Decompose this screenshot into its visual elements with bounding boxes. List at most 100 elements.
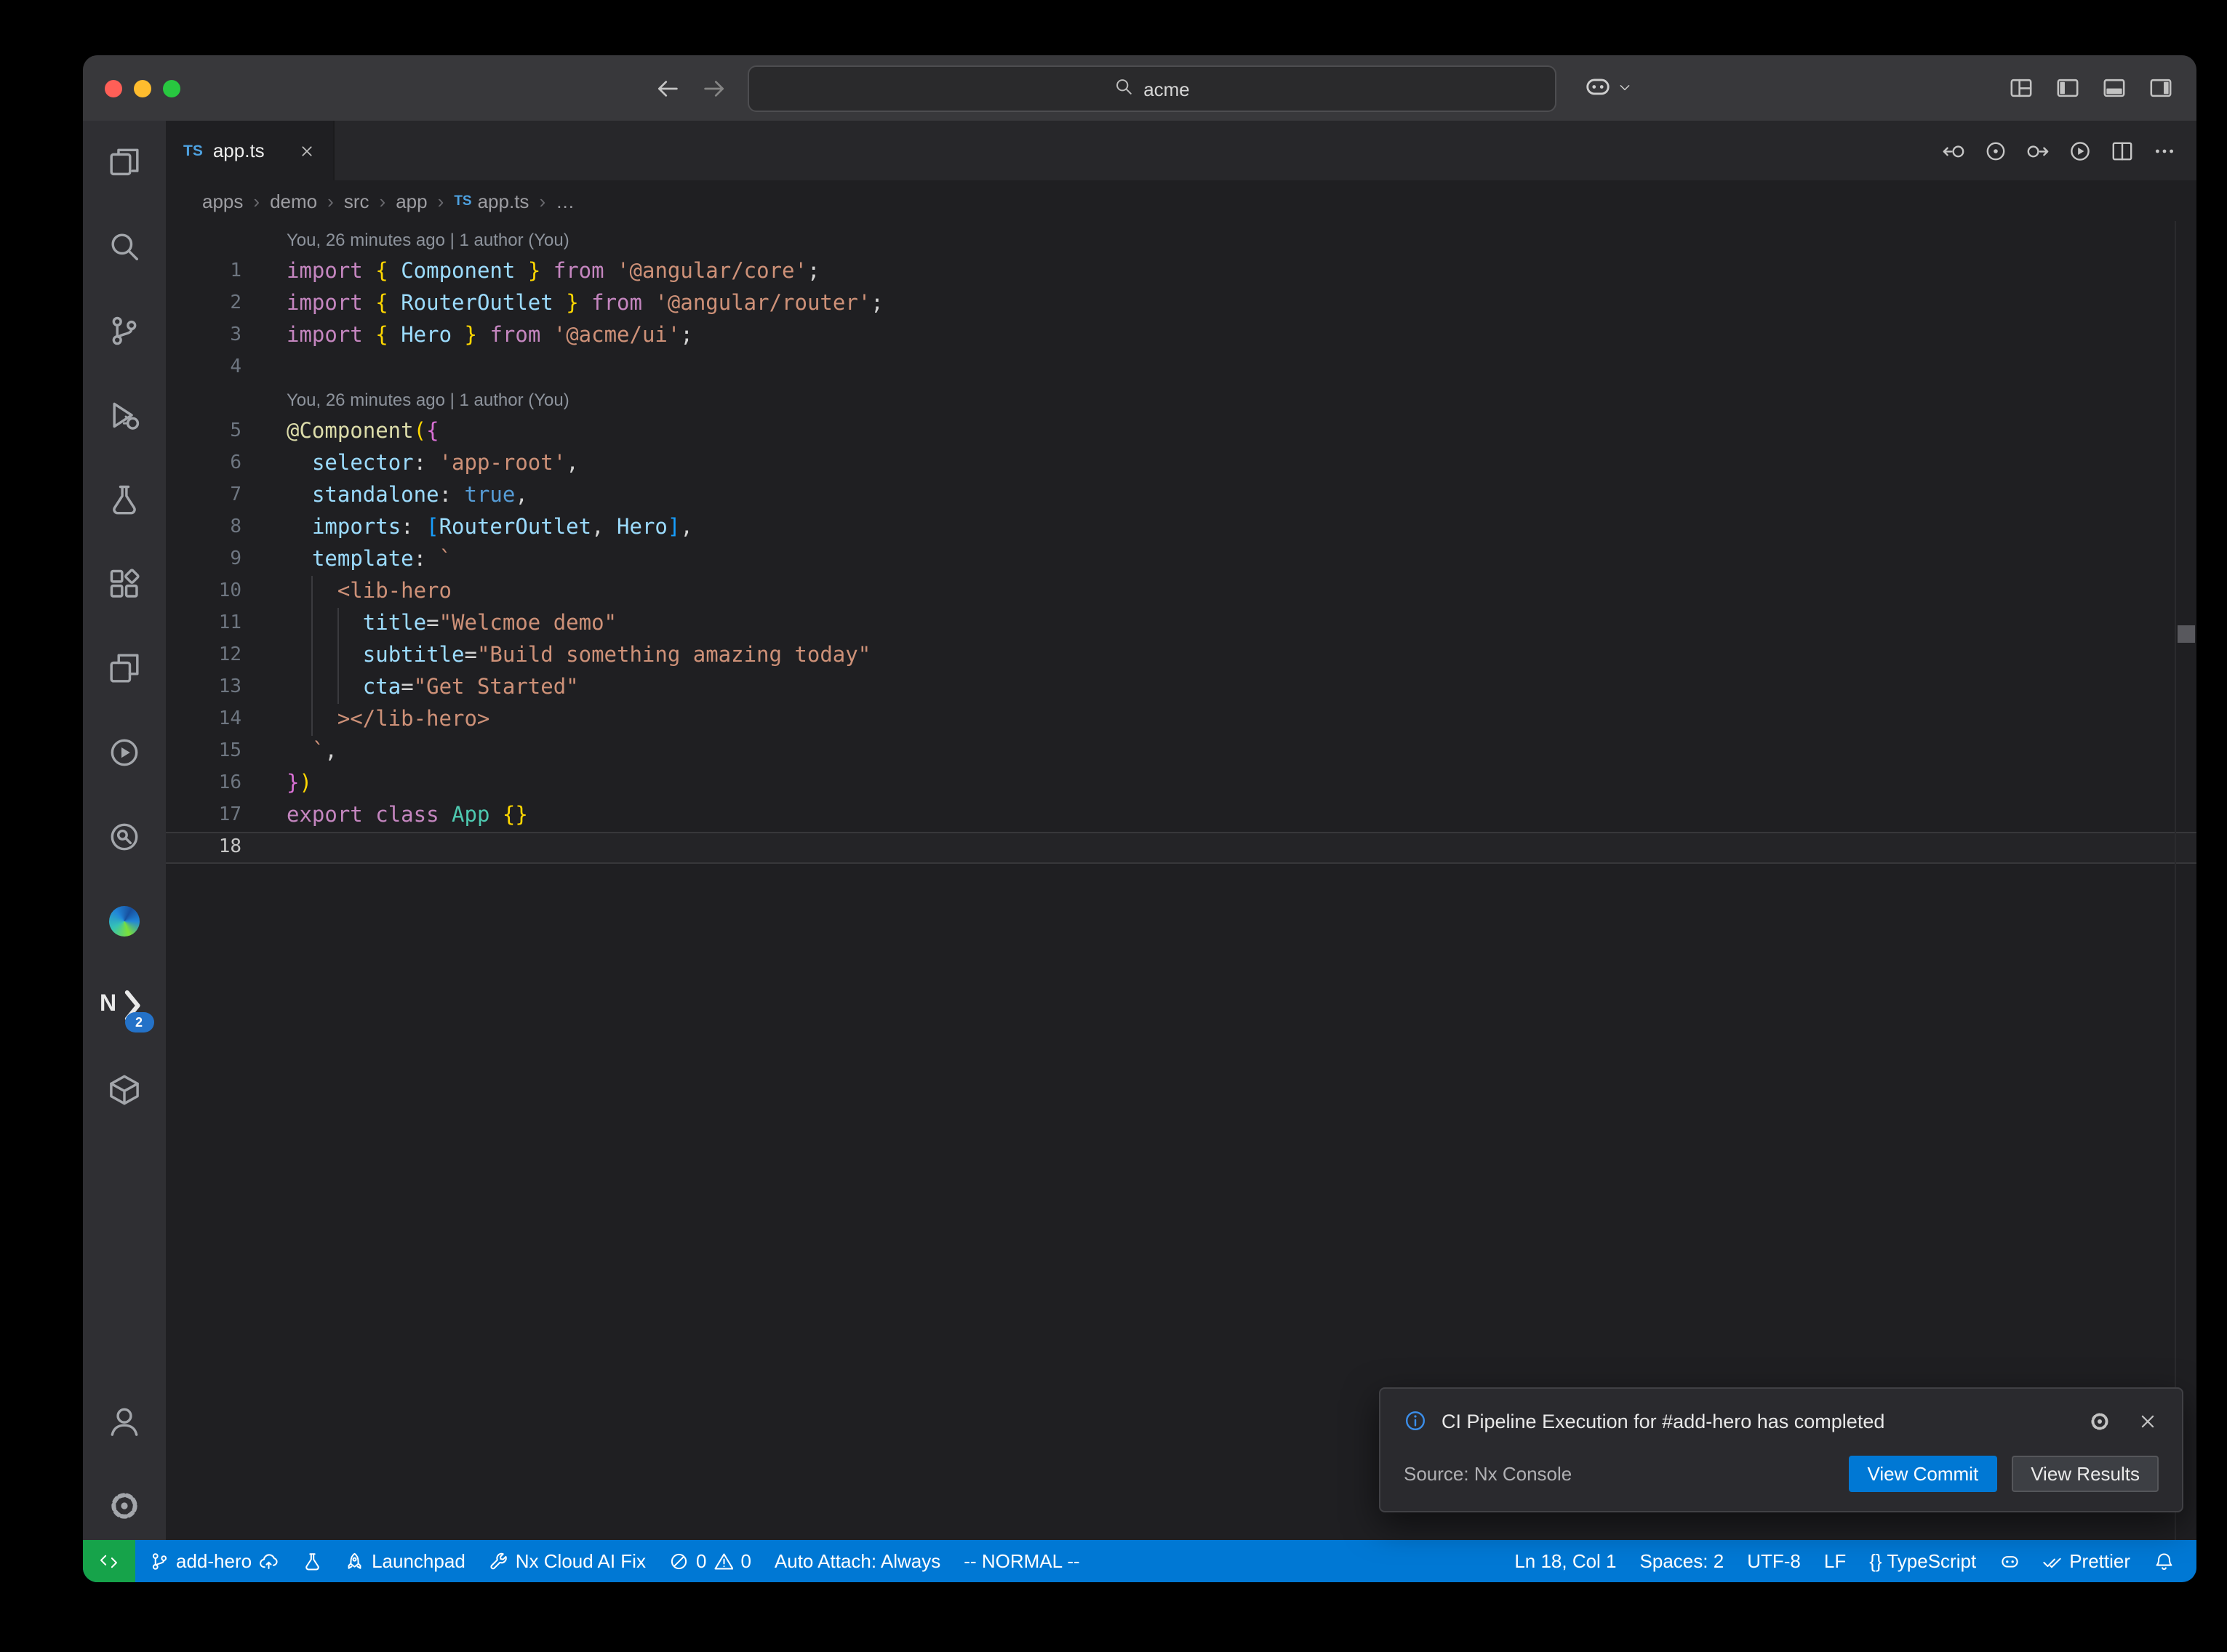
code-inspect-icon[interactable] bbox=[92, 807, 156, 865]
code-line[interactable]: 14 ></lib-hero> bbox=[166, 704, 2196, 736]
editor[interactable]: You, 26 minutes ago | 1 author (You)1imp… bbox=[166, 221, 2196, 1540]
view-results-button[interactable]: View Results bbox=[2012, 1456, 2159, 1492]
breadcrumb-item[interactable]: apps bbox=[202, 190, 243, 212]
close-tab-icon[interactable] bbox=[298, 142, 316, 159]
run-circle-icon[interactable] bbox=[92, 723, 156, 781]
code-text[interactable]: standalone: true, bbox=[287, 480, 2196, 512]
previous-change-button[interactable] bbox=[1942, 139, 1965, 162]
code-line[interactable]: 5@Component({ bbox=[166, 416, 2196, 448]
code-line[interactable]: 10 <lib-hero bbox=[166, 576, 2196, 608]
launchpad-item[interactable]: Launchpad bbox=[333, 1540, 477, 1582]
code-line[interactable]: 8 imports: [RouterOutlet, Hero], bbox=[166, 512, 2196, 544]
code-text[interactable]: }) bbox=[287, 768, 2196, 800]
back-button[interactable] bbox=[655, 75, 681, 101]
eol-item[interactable]: LF bbox=[1812, 1540, 1858, 1582]
copilot-status-item[interactable] bbox=[1988, 1540, 2031, 1582]
titlebar[interactable]: acme bbox=[83, 55, 2196, 121]
run-debug-icon[interactable] bbox=[92, 385, 156, 444]
breadcrumb-item[interactable]: app bbox=[396, 190, 427, 212]
code-line[interactable]: 13 cta="Get Started" bbox=[166, 672, 2196, 704]
code-line[interactable]: 3import { Hero } from '@acme/ui'; bbox=[166, 320, 2196, 352]
code-text[interactable]: import { Hero } from '@acme/ui'; bbox=[287, 320, 2196, 352]
remote-indicator[interactable] bbox=[83, 1540, 135, 1582]
command-center[interactable]: acme bbox=[748, 65, 1556, 112]
open-changes-button[interactable] bbox=[1984, 139, 2007, 162]
code-line[interactable]: 15 `, bbox=[166, 736, 2196, 768]
breadcrumb-item[interactable]: demo bbox=[270, 190, 317, 212]
code-text[interactable]: `, bbox=[287, 736, 2196, 768]
code-text[interactable]: <lib-hero bbox=[287, 576, 2196, 608]
code-line[interactable]: 9 template: ` bbox=[166, 544, 2196, 576]
settings-gear-icon[interactable] bbox=[92, 1476, 156, 1534]
cube-icon[interactable] bbox=[92, 1060, 156, 1118]
code-text[interactable]: imports: [RouterOutlet, Hero], bbox=[287, 512, 2196, 544]
code-text[interactable]: cta="Get Started" bbox=[287, 672, 2196, 704]
cursor-position-item[interactable]: Ln 18, Col 1 bbox=[1503, 1540, 1628, 1582]
prettier-item[interactable]: Prettier bbox=[2031, 1540, 2142, 1582]
language-mode-item[interactable]: {} TypeScript bbox=[1858, 1540, 1988, 1582]
code-text[interactable]: export class App {} bbox=[287, 800, 2196, 832]
next-change-button[interactable] bbox=[2026, 139, 2050, 162]
extensions-icon[interactable] bbox=[92, 554, 156, 612]
code-text[interactable]: ></lib-hero> bbox=[287, 704, 2196, 736]
notification-settings-icon[interactable] bbox=[2089, 1410, 2111, 1432]
forward-button[interactable] bbox=[701, 75, 727, 101]
code-text[interactable]: selector: 'app-root', bbox=[287, 448, 2196, 480]
code-line[interactable]: 18 bbox=[166, 832, 2196, 864]
nx-cloud-ai-fix-item[interactable]: Nx Cloud AI Fix bbox=[477, 1540, 657, 1582]
code-line[interactable]: 17export class App {} bbox=[166, 800, 2196, 832]
tab-app-ts[interactable]: TS app.ts bbox=[166, 121, 335, 180]
source-control-icon[interactable] bbox=[92, 301, 156, 359]
code-line[interactable]: 1import { Component } from '@angular/cor… bbox=[166, 256, 2196, 288]
copilot-menu[interactable] bbox=[1584, 73, 1632, 100]
testing-icon[interactable] bbox=[92, 470, 156, 528]
remote-explorer-icon[interactable] bbox=[92, 638, 156, 697]
zoom-button[interactable] bbox=[163, 79, 180, 97]
code-text[interactable]: title="Welcmoe demo" bbox=[287, 608, 2196, 640]
auto-attach-item[interactable]: Auto Attach: Always bbox=[763, 1540, 952, 1582]
breadcrumb-item[interactable]: … bbox=[556, 190, 575, 212]
search-icon[interactable] bbox=[92, 217, 156, 275]
code-text[interactable] bbox=[287, 832, 2196, 864]
accounts-icon[interactable] bbox=[92, 1392, 156, 1450]
view-commit-button[interactable]: View Commit bbox=[1849, 1456, 1998, 1492]
split-editor-button[interactable] bbox=[2111, 139, 2134, 162]
overview-ruler[interactable] bbox=[2175, 221, 2196, 1540]
toggle-secondary-sidebar-icon[interactable] bbox=[2148, 76, 2173, 100]
code-line[interactable]: 7 standalone: true, bbox=[166, 480, 2196, 512]
toggle-primary-sidebar-icon[interactable] bbox=[2055, 76, 2080, 100]
code-text[interactable]: import { Component } from '@angular/core… bbox=[287, 256, 2196, 288]
minimize-button[interactable] bbox=[134, 79, 151, 97]
code-line[interactable]: 12 subtitle="Build something amazing tod… bbox=[166, 640, 2196, 672]
beaker-status-item[interactable] bbox=[290, 1540, 333, 1582]
blame-annotation[interactable]: You, 26 minutes ago | 1 author (You) bbox=[166, 384, 2196, 416]
encoding-item[interactable]: UTF-8 bbox=[1735, 1540, 1812, 1582]
notifications-bell[interactable] bbox=[2142, 1540, 2185, 1582]
run-file-button[interactable] bbox=[2068, 139, 2092, 162]
edge-devtools-icon[interactable] bbox=[92, 891, 156, 950]
toggle-panel-icon[interactable] bbox=[2102, 76, 2127, 100]
nx-console-icon[interactable]: N2 bbox=[92, 976, 156, 1034]
code-line[interactable]: 6 selector: 'app-root', bbox=[166, 448, 2196, 480]
code-text[interactable]: subtitle="Build something amazing today" bbox=[287, 640, 2196, 672]
code-text[interactable]: @Component({ bbox=[287, 416, 2196, 448]
vim-mode-item[interactable]: -- NORMAL -- bbox=[952, 1540, 1091, 1582]
breadcrumb-item[interactable]: src bbox=[344, 190, 369, 212]
problems-item[interactable]: 00 bbox=[657, 1540, 763, 1582]
code-line[interactable]: 2import { RouterOutlet } from '@angular/… bbox=[166, 288, 2196, 320]
notification-close-icon[interactable] bbox=[2137, 1410, 2159, 1432]
blame-annotation[interactable]: You, 26 minutes ago | 1 author (You) bbox=[166, 224, 2196, 256]
code-line[interactable]: 4 bbox=[166, 352, 2196, 384]
code-text[interactable] bbox=[287, 352, 2196, 384]
customize-layout-icon[interactable] bbox=[2009, 76, 2034, 100]
code-text[interactable]: import { RouterOutlet } from '@angular/r… bbox=[287, 288, 2196, 320]
more-actions-button[interactable] bbox=[2153, 139, 2176, 162]
code-text[interactable]: template: ` bbox=[287, 544, 2196, 576]
indentation-item[interactable]: Spaces: 2 bbox=[1628, 1540, 1736, 1582]
breadcrumb-item[interactable]: TSapp.ts bbox=[454, 190, 529, 212]
close-button[interactable] bbox=[105, 79, 122, 97]
code-line[interactable]: 16}) bbox=[166, 768, 2196, 800]
code-line[interactable]: 11 title="Welcmoe demo" bbox=[166, 608, 2196, 640]
explorer-icon[interactable] bbox=[92, 132, 156, 191]
git-branch-item[interactable]: add-hero bbox=[137, 1540, 290, 1582]
